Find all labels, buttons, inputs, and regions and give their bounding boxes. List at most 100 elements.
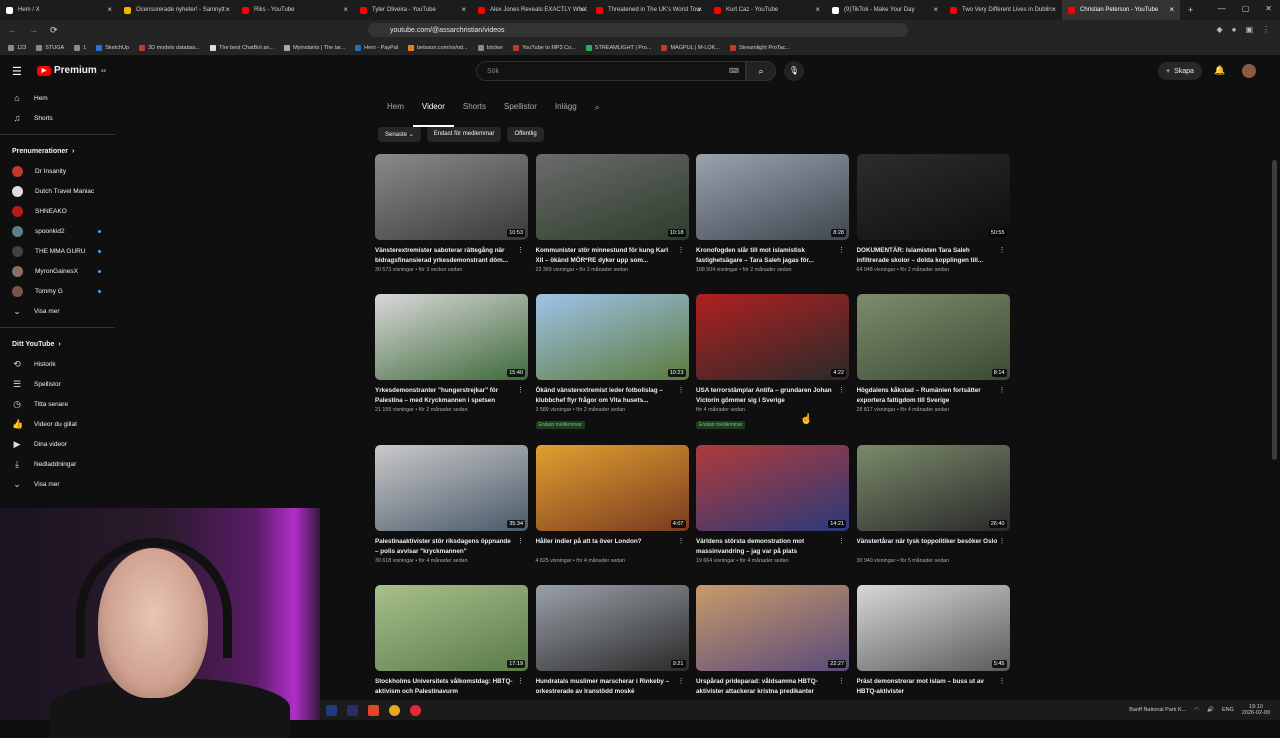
video-card[interactable]: 50:55 DOKUMENTÄR: Islamisten Tara Saleh i…: [856, 154, 1010, 273]
more-vert-icon[interactable]: ⋮: [678, 677, 685, 685]
more-vert-icon[interactable]: ⋮: [999, 246, 1006, 254]
video-title[interactable]: Urspårad prideparad: våldsamma HBTQ-akti…: [696, 677, 849, 696]
video-card[interactable]: 22:27 Urspårad prideparad: våldsamma HBTQ…: [696, 585, 849, 698]
subscription-item[interactable]: SHNEAKO: [0, 201, 115, 221]
bookmark-item[interactable]: MAGPUL | M-LOK...: [661, 44, 720, 51]
brave-icon[interactable]: [368, 704, 379, 716]
extension-icon[interactable]: ▣: [1245, 25, 1253, 34]
video-thumbnail[interactable]: 8:28: [696, 154, 849, 240]
video-title[interactable]: Vänsterextremister saboterar rättegång n…: [375, 246, 528, 265]
tab-close-icon[interactable]: ×: [1169, 5, 1174, 14]
video-thumbnail[interactable]: 10:53: [375, 154, 528, 240]
video-thumbnail[interactable]: 15:40: [375, 294, 528, 380]
video-thumbnail[interactable]: 35:34: [375, 445, 528, 531]
video-thumbnail[interactable]: 8:14: [856, 294, 1010, 380]
video-card[interactable]: 10:18 Kommunister stör minnestund för kun…: [535, 154, 689, 273]
video-title[interactable]: Palestinaaktivister stör riksdagens öppn…: [375, 537, 528, 556]
tab-inlägg[interactable]: Inlägg: [546, 100, 586, 114]
video-card[interactable]: 10:53 Vänsterextremister saboterar rätteg…: [375, 154, 528, 273]
create-button[interactable]: + Skapa: [1158, 62, 1202, 80]
tab-close-icon[interactable]: ×: [461, 5, 466, 14]
video-card[interactable]: 26:40 Vänstertårar när tysk toppolitiker …: [856, 445, 1010, 564]
more-vert-icon[interactable]: ⋮: [517, 537, 524, 545]
sidebar-item-your-videos[interactable]: ▶ Dina videor: [0, 434, 115, 454]
browser-tab[interactable]: Hem / X ×: [0, 0, 118, 20]
tab-close-icon[interactable]: ×: [933, 5, 938, 14]
video-title[interactable]: Präst demonstrerar mot islam – buss ut a…: [857, 677, 1010, 696]
more-vert-icon[interactable]: ⋮: [678, 537, 685, 545]
bookmark-item[interactable]: Hem - PayPal: [355, 44, 398, 51]
video-card[interactable]: 17:19 Stockholms Universitets vålkomstdag…: [375, 585, 528, 698]
video-card[interactable]: 14:21 Världens största demonstration mot …: [696, 445, 849, 564]
subscription-item[interactable]: spoonkid2: [0, 221, 115, 241]
premiere-icon[interactable]: [347, 704, 358, 716]
sidebar-item-hem[interactable]: ⌂ Hem: [0, 88, 115, 108]
search-input[interactable]: Sök ⌨: [476, 61, 746, 81]
video-card[interactable]: 4:07 Håller indier på att ta över London?…: [535, 445, 689, 564]
filter-chip[interactable]: Offentlig: [507, 127, 544, 142]
chrome-icon[interactable]: [389, 704, 400, 716]
bookmark-item[interactable]: SketchUp: [96, 44, 129, 51]
sidebar-item-shorts[interactable]: ♫ Shorts: [0, 108, 115, 128]
more-vert-icon[interactable]: ⋮: [838, 677, 845, 685]
video-thumbnail[interactable]: 26:40: [856, 445, 1010, 531]
video-title[interactable]: Stockholms Universitets vålkomstdag: HBT…: [375, 677, 528, 696]
video-thumbnail[interactable]: 10:18: [535, 154, 689, 240]
sidebar-item-history[interactable]: ⟲ Historik: [0, 354, 115, 374]
video-title[interactable]: Ökänd vänsterextremist leder fotbollslag…: [536, 386, 689, 405]
bookmark-item[interactable]: STUGA: [36, 44, 64, 51]
video-title[interactable]: Högdalens kåkstad – Rumänien fortsätter …: [857, 386, 1010, 405]
bookmark-item[interactable]: 3D models databas...: [139, 44, 200, 51]
video-title[interactable]: Kronofogden slår till mot islamistisk fa…: [696, 246, 849, 265]
tab-videor[interactable]: Videor: [412, 100, 454, 127]
sidebar-item-playlists[interactable]: ☰ Spellistor: [0, 374, 115, 394]
avatar[interactable]: [1242, 64, 1256, 78]
tab-close-icon[interactable]: ×: [1051, 5, 1056, 14]
subscription-item[interactable]: THE MMA GURU: [0, 241, 115, 261]
video-thumbnail[interactable]: 14:21: [696, 445, 849, 531]
tab-close-icon[interactable]: ×: [697, 5, 702, 14]
channel-search-icon[interactable]: ⌕: [586, 100, 609, 114]
video-card[interactable]: 35:34 Palestinaaktivister stör riksdagens…: [375, 445, 528, 564]
language-indicator[interactable]: ENG: [1222, 707, 1234, 713]
browser-tab[interactable]: Threatened in The UK's Worst Tow ×: [590, 0, 708, 20]
video-card[interactable]: 5:45 Präst demonstrerar mot islam – buss …: [856, 585, 1010, 698]
back-icon[interactable]: ←: [8, 25, 17, 36]
browser-tab[interactable]: Two Very Different Lives in Dublin ×: [944, 0, 1062, 20]
filter-chip[interactable]: Endast för medlemmar: [426, 127, 502, 142]
new-tab-icon[interactable]: +: [1188, 5, 1193, 15]
video-card[interactable]: 10:23 Ökänd vänsterextremist leder fotbol…: [535, 294, 689, 431]
video-thumbnail[interactable]: 22:27: [696, 585, 849, 671]
more-vert-icon[interactable]: ⋮: [517, 677, 524, 685]
bookmark-item[interactable]: Myinstants | The lar...: [284, 44, 345, 51]
video-card[interactable]: 9:21 Hundratals muslimer marscherar i Rin…: [535, 585, 689, 698]
more-vert-icon[interactable]: ⋮: [838, 246, 845, 254]
sidebar-item-downloads[interactable]: ⤓ Nedladdningar: [0, 454, 115, 474]
video-title[interactable]: DOKUMENTÄR: Islamisten Tara Saleh infilt…: [857, 246, 1010, 265]
bookmark-item[interactable]: YouTube to MP3 Co...: [513, 44, 576, 51]
clock[interactable]: 19:10 2026-02-09: [1242, 704, 1270, 716]
video-card[interactable]: 4:22 USA terrorstämplar Antifa – grundare…: [696, 294, 849, 431]
scrollbar[interactable]: [1272, 160, 1277, 460]
subscription-item[interactable]: MyronGainesX: [0, 261, 115, 281]
youtube-logo[interactable]: ▶ Premium SE: [37, 65, 106, 76]
more-vert-icon[interactable]: ⋮: [999, 386, 1006, 394]
sidebar-item-watch-later[interactable]: ◷ Titta senare: [0, 394, 115, 414]
browser-tab[interactable]: Tyler Oliveira - YouTube ×: [354, 0, 472, 20]
extension-icon[interactable]: ●: [1232, 25, 1237, 34]
tab-close-icon[interactable]: ×: [225, 5, 230, 14]
you-heading[interactable]: Ditt YouTube ›: [0, 334, 115, 354]
settings-icon[interactable]: ⋮: [1262, 25, 1270, 34]
video-thumbnail[interactable]: 5:45: [856, 585, 1010, 671]
bell-icon[interactable]: 🔔: [1214, 65, 1225, 76]
photoshop-icon[interactable]: [326, 704, 337, 716]
tab-close-icon[interactable]: ×: [107, 5, 112, 14]
bookmark-item[interactable]: 123: [8, 44, 26, 51]
more-vert-icon[interactable]: ⋮: [838, 386, 845, 394]
browser-tab[interactable]: Riks - YouTube ×: [236, 0, 354, 20]
tab-close-icon[interactable]: ×: [579, 5, 584, 14]
video-title[interactable]: Hundratals muslimer marscherar i Rinkeby…: [536, 677, 689, 696]
video-title[interactable]: Yrkesdemonstranter "hungerstrejkar" för …: [375, 386, 528, 405]
video-thumbnail[interactable]: 9:21: [535, 585, 689, 671]
subscription-item[interactable]: Tommy G: [0, 281, 115, 301]
